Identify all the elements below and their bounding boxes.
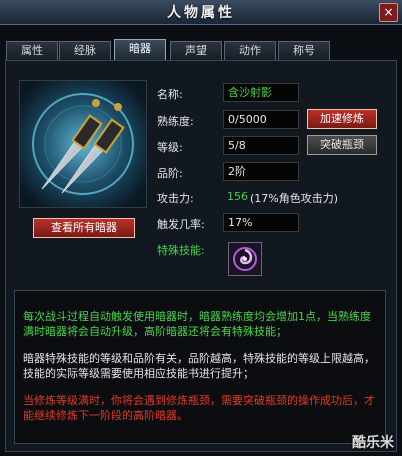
level-value: 5/8 <box>223 136 299 155</box>
info-paragraph-proficiency: 每次战斗过程自动触发使用暗器时，暗器熟练度均会增加1点，当熟练度满时暗器将会自动… <box>23 310 371 338</box>
skill-label: 特殊技能: <box>157 244 205 257</box>
watermark: 酷乐米 <box>352 435 394 451</box>
tab-actions[interactable]: 动作 <box>224 41 276 60</box>
view-all-weapons-button[interactable]: 查看所有暗器 <box>33 218 135 238</box>
swirl-icon <box>229 243 261 275</box>
attack-label: 攻击力: <box>157 192 194 205</box>
trigger-label: 触发几率: <box>157 218 205 231</box>
special-skill-icon[interactable] <box>228 242 262 276</box>
attack-note: (17%角色攻击力) <box>250 192 339 205</box>
speed-train-button[interactable]: 加速修炼 <box>307 109 377 129</box>
dart-icon <box>20 81 146 207</box>
proficiency-value: 0/5000 <box>223 110 299 129</box>
trigger-value: 17% <box>223 213 299 232</box>
info-paragraph-bottleneck: 当修炼等级满时，你将会遇到修炼瓶颈，需要突破瓶颈的操作成功后，才能继续修炼下一阶… <box>23 394 375 422</box>
tab-reputation[interactable]: 声望 <box>170 41 222 60</box>
level-label: 等级: <box>157 141 183 154</box>
proficiency-label: 熟练度: <box>157 115 194 128</box>
name-label: 名称: <box>157 88 183 101</box>
attack-value: 156 <box>227 190 248 203</box>
tab-titles[interactable]: 称号 <box>278 41 330 60</box>
title-bar: 人物属性 × <box>0 0 402 25</box>
grade-label: 品阶: <box>157 167 183 180</box>
info-paragraph-skill: 暗器特殊技能的等级和品阶有关，品阶越高，特殊技能的等级上限越高，技能的实际等级需… <box>23 352 375 380</box>
close-button[interactable]: × <box>379 3 398 22</box>
grade-value: 2阶 <box>223 162 299 181</box>
window-title: 人物属性 <box>167 5 235 21</box>
tab-meridians[interactable]: 经脉 <box>59 41 111 60</box>
breakthrough-button[interactable]: 突破瓶颈 <box>307 135 377 155</box>
tab-hidden-weapons[interactable]: 暗器 <box>114 39 166 60</box>
tab-attributes[interactable]: 属性 <box>6 41 58 60</box>
info-box: 每次战斗过程自动触发使用暗器时，暗器熟练度均会增加1点，当熟练度满时暗器将会自动… <box>14 290 386 444</box>
weapon-portrait <box>19 80 147 208</box>
weapon-name-value: 含沙射影 <box>223 83 299 102</box>
